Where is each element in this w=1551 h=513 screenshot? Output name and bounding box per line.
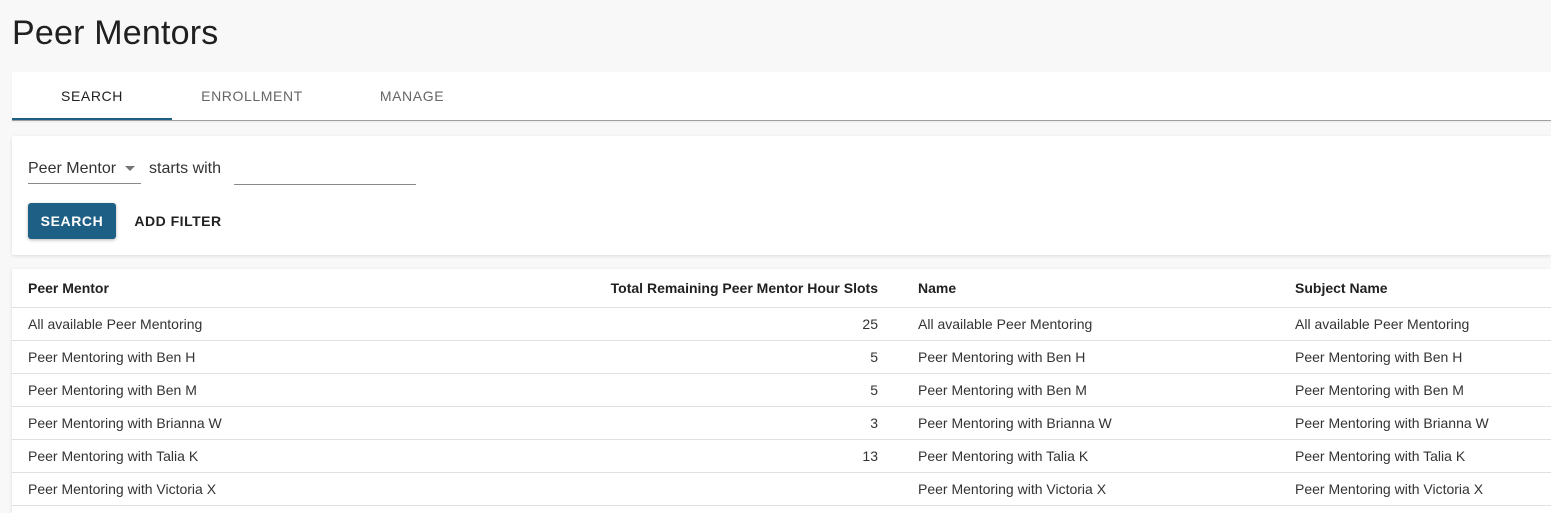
cell-peer-mentor: Peer Mentoring with Ben H bbox=[28, 348, 196, 365]
cell-remaining-slots: 5 bbox=[870, 381, 878, 398]
cell-remaining-slots bbox=[572, 472, 878, 505]
filter-value-input[interactable] bbox=[234, 154, 416, 185]
cell-remaining-slots: 13 bbox=[862, 447, 878, 464]
cell-name: Peer Mentoring with Ben M bbox=[918, 381, 1087, 398]
table-header-row: Peer Mentor Total Remaining Peer Mentor … bbox=[12, 269, 1551, 308]
cell-subject-name: All available Peer Mentoring bbox=[1295, 315, 1470, 332]
tab-enrollment[interactable]: ENROLLMENT bbox=[172, 72, 332, 120]
cell-remaining-slots: 25 bbox=[862, 315, 878, 332]
cell-name: All available Peer Mentoring bbox=[918, 315, 1093, 332]
cell-peer-mentor: Peer Mentoring with Talia K bbox=[28, 447, 199, 464]
cell-name: Peer Mentoring with Ben H bbox=[918, 348, 1086, 365]
cell-subject-name: Peer Mentoring with Victoria X bbox=[1295, 480, 1484, 497]
cell-peer-mentor: Peer Mentoring with Victoria X bbox=[28, 480, 217, 497]
column-header-name[interactable]: Name bbox=[878, 269, 1295, 308]
cell-name: Peer Mentoring with Talia K bbox=[918, 447, 1089, 464]
add-filter-button[interactable]: ADD FILTER bbox=[130, 203, 226, 239]
cell-subject-name: Peer Mentoring with Brianna W bbox=[1295, 414, 1489, 431]
cell-remaining-slots: 5 bbox=[870, 348, 878, 365]
results-table: Peer Mentor Total Remaining Peer Mentor … bbox=[12, 269, 1551, 506]
cell-peer-mentor: Peer Mentoring with Brianna W bbox=[28, 414, 222, 431]
table-row[interactable]: Peer Mentoring with Victoria X Peer Ment… bbox=[12, 472, 1551, 505]
cell-name: Peer Mentoring with Victoria X bbox=[918, 480, 1107, 497]
table-row[interactable]: Peer Mentoring with Ben M 5 Peer Mentori… bbox=[12, 373, 1551, 406]
results-table-card: Peer Mentor Total Remaining Peer Mentor … bbox=[12, 269, 1551, 513]
cell-subject-name: Peer Mentoring with Talia K bbox=[1295, 447, 1466, 464]
dropdown-caret-icon bbox=[125, 166, 135, 171]
active-tab-indicator bbox=[12, 118, 172, 120]
cell-remaining-slots: 3 bbox=[870, 414, 878, 431]
filter-field-value: Peer Mentor bbox=[28, 159, 117, 177]
column-header-remaining-slots[interactable]: Total Remaining Peer Mentor Hour Slots bbox=[572, 269, 878, 308]
filter-panel: Peer Mentor starts with SEARCH ADD FILTE… bbox=[12, 136, 1551, 255]
table-row[interactable]: All available Peer Mentoring 25 All avai… bbox=[12, 307, 1551, 340]
tab-manage[interactable]: MANAGE bbox=[332, 72, 492, 120]
table-row[interactable]: Peer Mentoring with Brianna W 3 Peer Men… bbox=[12, 406, 1551, 439]
column-header-subject-name[interactable]: Subject Name bbox=[1295, 269, 1551, 308]
cell-peer-mentor: Peer Mentoring with Ben M bbox=[28, 381, 197, 398]
table-row[interactable]: Peer Mentoring with Talia K 13 Peer Ment… bbox=[12, 439, 1551, 472]
table-row[interactable]: Peer Mentoring with Ben H 5 Peer Mentori… bbox=[12, 340, 1551, 373]
cell-name: Peer Mentoring with Brianna W bbox=[918, 414, 1112, 431]
tab-search[interactable]: SEARCH bbox=[12, 72, 172, 120]
cell-peer-mentor: All available Peer Mentoring bbox=[28, 315, 203, 332]
cell-subject-name: Peer Mentoring with Ben M bbox=[1295, 381, 1464, 398]
search-button[interactable]: SEARCH bbox=[28, 203, 116, 239]
cell-subject-name: Peer Mentoring with Ben H bbox=[1295, 348, 1463, 365]
column-header-peer-mentor[interactable]: Peer Mentor bbox=[12, 269, 572, 308]
filter-operator-label: starts with bbox=[149, 160, 222, 177]
tab-bar: SEARCH ENROLLMENT MANAGE bbox=[12, 72, 1551, 121]
filter-field-select[interactable]: Peer Mentor bbox=[28, 154, 141, 184]
page-title: Peer Mentors bbox=[12, 14, 219, 52]
